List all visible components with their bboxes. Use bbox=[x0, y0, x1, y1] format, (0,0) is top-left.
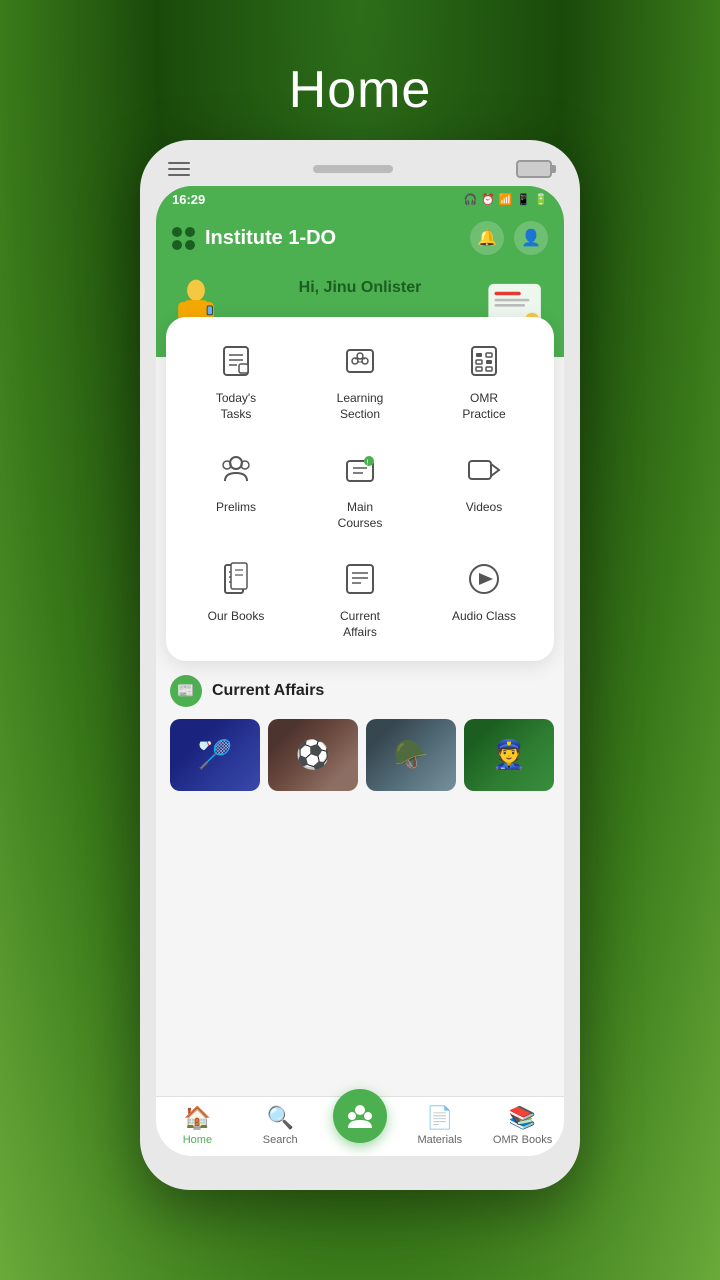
omr-practice-icon bbox=[460, 337, 508, 385]
phone-top-bar bbox=[156, 156, 564, 182]
menu-card: Today'sTasks bbox=[166, 317, 554, 661]
prelims-icon bbox=[212, 446, 260, 494]
banner-greeting: Hi, Jinu Onlister bbox=[299, 279, 422, 297]
todays-tasks-label: Today'sTasks bbox=[216, 391, 256, 422]
our-books-label: Our Books bbox=[208, 609, 265, 625]
todays-tasks-icon bbox=[212, 337, 260, 385]
main-courses-label: MainCourses bbox=[338, 500, 383, 531]
hamburger-icon bbox=[168, 162, 190, 176]
status-bar: 16:29 🎧⏰📶📱🔋 bbox=[156, 186, 564, 213]
app-header: Institute 1-DO 🔔 👤 bbox=[156, 213, 564, 267]
our-books-icon bbox=[212, 555, 260, 603]
notification-bell-icon[interactable]: 🔔 bbox=[470, 221, 504, 255]
current-affairs-section: 📰 Current Affairs 🏸 ⚽ 🪖 👮 bbox=[156, 661, 564, 890]
app-name: Institute 1-DO bbox=[205, 227, 336, 250]
header-icons: 🔔 👤 bbox=[470, 221, 548, 255]
current-affairs-section-icon: 📰 bbox=[170, 675, 202, 707]
nav-search-label: Search bbox=[263, 1134, 298, 1146]
phone-shell: 16:29 🎧⏰📶📱🔋 Institute 1-DO 🔔 👤 bbox=[140, 140, 580, 1190]
phone-screen: 16:29 🎧⏰📶📱🔋 Institute 1-DO 🔔 👤 bbox=[156, 186, 564, 1156]
menu-item-audio-class[interactable]: Audio Class bbox=[422, 551, 546, 644]
nav-center-button[interactable] bbox=[333, 1089, 387, 1143]
materials-icon: 📄 bbox=[426, 1105, 453, 1131]
menu-item-prelims[interactable]: Prelims bbox=[174, 442, 298, 535]
menu-item-our-books[interactable]: Our Books bbox=[174, 551, 298, 644]
menu-item-learning-section[interactable]: LearningSection bbox=[298, 333, 422, 426]
nav-omr-books-label: OMR Books bbox=[493, 1134, 552, 1146]
page-title: Home bbox=[289, 60, 432, 120]
videos-icon bbox=[460, 446, 508, 494]
learning-section-icon bbox=[336, 337, 384, 385]
nav-item-search[interactable]: 🔍 Search bbox=[250, 1105, 310, 1146]
bottom-nav: 🏠 Home 🔍 Search 📄 Materials 📚 bbox=[156, 1096, 564, 1156]
menu-item-main-courses[interactable]: ! MainCourses bbox=[298, 442, 422, 535]
section-header: 📰 Current Affairs bbox=[170, 675, 550, 707]
status-icons: 🎧⏰📶📱🔋 bbox=[463, 193, 548, 206]
menu-item-current-affairs[interactable]: CurrentAffairs bbox=[298, 551, 422, 644]
news-grid: 🏸 ⚽ 🪖 👮 bbox=[170, 719, 550, 791]
audio-class-icon bbox=[460, 555, 508, 603]
current-affairs-section-title: Current Affairs bbox=[212, 682, 324, 700]
news-item-1[interactable]: 🏸 bbox=[170, 719, 260, 791]
prelims-label: Prelims bbox=[216, 500, 256, 516]
menu-item-omr-practice[interactable]: OMRPractice bbox=[422, 333, 546, 426]
user-profile-icon[interactable]: 👤 bbox=[514, 221, 548, 255]
videos-label: Videos bbox=[466, 500, 502, 516]
nav-materials-label: Materials bbox=[417, 1134, 462, 1146]
current-affairs-label: CurrentAffairs bbox=[340, 609, 380, 640]
main-courses-icon: ! bbox=[336, 446, 384, 494]
nav-item-home[interactable]: 🏠 Home bbox=[167, 1105, 227, 1146]
news-item-2[interactable]: ⚽ bbox=[268, 719, 358, 791]
search-icon: 🔍 bbox=[266, 1105, 293, 1131]
phone-notch bbox=[313, 165, 393, 173]
menu-grid: Today'sTasks bbox=[174, 333, 546, 645]
menu-item-todays-tasks[interactable]: Today'sTasks bbox=[174, 333, 298, 426]
nav-home-label: Home bbox=[183, 1134, 212, 1146]
nav-item-omr-books[interactable]: 📚 OMR Books bbox=[493, 1105, 553, 1146]
audio-class-label: Audio Class bbox=[452, 609, 516, 625]
power-button-icon bbox=[516, 160, 552, 178]
svg-text:!: ! bbox=[367, 460, 369, 467]
learning-section-label: LearningSection bbox=[337, 391, 384, 422]
nav-item-materials[interactable]: 📄 Materials bbox=[410, 1105, 470, 1146]
header-left: Institute 1-DO bbox=[172, 227, 336, 250]
menu-item-videos[interactable]: Videos bbox=[422, 442, 546, 535]
current-affairs-icon bbox=[336, 555, 384, 603]
omr-books-icon: 📚 bbox=[509, 1105, 536, 1131]
home-icon: 🏠 bbox=[184, 1105, 211, 1131]
news-item-4[interactable]: 👮 bbox=[464, 719, 554, 791]
omr-practice-label: OMRPractice bbox=[462, 391, 505, 422]
status-time: 16:29 bbox=[172, 192, 205, 207]
app-logo bbox=[172, 227, 195, 250]
news-item-3[interactable]: 🪖 bbox=[366, 719, 456, 791]
